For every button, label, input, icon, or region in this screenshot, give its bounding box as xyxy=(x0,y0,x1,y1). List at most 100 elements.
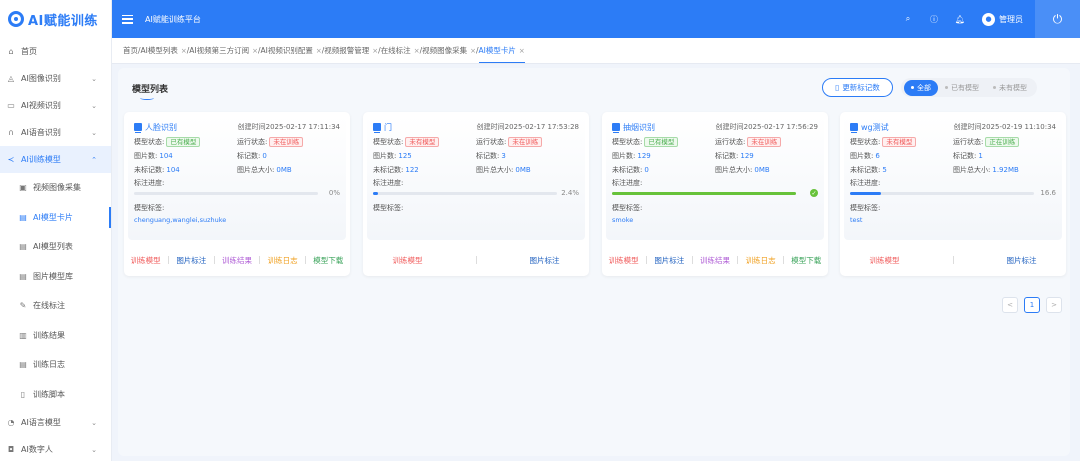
model-name[interactable]: 门 xyxy=(384,122,392,133)
count-row: 图片数: 125 标记数: 3 xyxy=(373,149,579,162)
breadcrumb-tab-label: 视频报警管理 xyxy=(324,46,370,55)
field-label: 图片总大小: xyxy=(953,165,991,174)
breadcrumb-tab[interactable]: 视频报警管理 × xyxy=(324,45,378,56)
tags-label: 模型标签: xyxy=(373,204,404,212)
count-row: 图片数: 6 标记数: 1 xyxy=(850,149,1056,162)
size-row: 未标记数: 122 图片总大小: 0MB xyxy=(373,163,579,176)
label-progress: 2.4% xyxy=(373,188,579,198)
sidebar-item-library[interactable]: ▤ 图片模型库 xyxy=(0,262,111,292)
sidebar-item-chat[interactable]: ◔ AI语言模型 ⌄ xyxy=(0,409,111,436)
sidebar-item-list-doc[interactable]: ▤ AI模型列表 xyxy=(0,232,111,262)
field-value: 1.92MB xyxy=(992,165,1019,174)
search-icon[interactable]: ⌕ xyxy=(902,13,914,25)
breadcrumb-tab[interactable]: AI模型卡片 × xyxy=(478,45,525,63)
action-divider xyxy=(952,256,954,264)
action-divider xyxy=(691,256,693,264)
progress-fill xyxy=(850,191,881,195)
monitor-icon xyxy=(134,123,142,133)
breadcrumb-tab-label: 在线标注 xyxy=(380,46,411,55)
card-action-button[interactable]: 训练结果 xyxy=(700,255,730,266)
digital-human-icon: ◘ xyxy=(7,445,15,454)
filter-option-label: 全部 xyxy=(917,83,931,92)
breadcrumb-tab-label: AI模型列表 xyxy=(140,46,178,55)
card-action-button[interactable]: 训练模型 xyxy=(131,255,161,266)
card-action-button[interactable]: 图片标注 xyxy=(176,255,206,266)
sidebar-item-label: AI模型列表 xyxy=(33,242,73,252)
card-action-button[interactable]: 训练日志 xyxy=(268,255,298,266)
username[interactable]: 管理员 xyxy=(999,14,1023,25)
filter-option[interactable]: 未有模型 xyxy=(986,80,1034,96)
logo[interactable]: AI赋能训练 xyxy=(0,0,111,38)
update-marks-button[interactable]: ▯ 更新标记数 xyxy=(822,78,893,97)
breadcrumb-tab[interactable]: 首页 xyxy=(123,45,138,56)
field-value: 129 xyxy=(637,151,651,160)
sidebar-item-script[interactable]: ▯ 训练脚本 xyxy=(0,380,111,410)
size-row: 未标记数: 5 图片总大小: 1.92MB xyxy=(850,163,1056,176)
bell-icon[interactable]: 🔔︎ xyxy=(954,13,966,25)
field-value: 0MB xyxy=(276,165,292,174)
sidebar-item-image[interactable]: ▣ 视频图像采集 xyxy=(0,173,111,203)
card-action-button[interactable]: 图片标注 xyxy=(530,255,560,266)
card-action-button[interactable]: 训练模型 xyxy=(393,255,423,266)
created-time: 创建时间2025-02-17 17:53:28 xyxy=(476,123,579,131)
breadcrumb-tab[interactable]: AI模型列表 × xyxy=(141,45,187,56)
card-action-button[interactable]: 训练模型 xyxy=(870,255,900,266)
field: 标记数: 129 xyxy=(715,151,818,161)
model-name[interactable]: 抽烟识别 xyxy=(623,122,655,133)
sidebar-item-headphones[interactable]: ∩ AI语音识别 ⌄ xyxy=(0,119,111,146)
model-name[interactable]: 人脸识别 xyxy=(145,122,177,133)
chevron-down-icon: ⌄ xyxy=(91,101,97,110)
close-icon[interactable]: × xyxy=(519,47,525,55)
card-action-button[interactable]: 训练日志 xyxy=(746,255,776,266)
sidebar-item-label: 训练脚本 xyxy=(33,389,65,399)
sidebar-item-label: AI视频识别 xyxy=(21,101,61,110)
power-icon[interactable]: ⏻ xyxy=(1035,0,1080,38)
field-label: 运行状态: xyxy=(715,137,746,146)
model-card-actions: 训练模型 图片标注 训练结果 训练日志 模型下载 xyxy=(124,244,350,276)
field-label: 标记数: xyxy=(953,151,977,160)
next-page-button[interactable]: > xyxy=(1046,297,1062,313)
page-title: 模型列表 xyxy=(132,82,168,100)
sidebar: AI赋能训练 ⌂ 首页 ◬ AI图像识别 ⌄ ▭ AI视频识别 ⌄ ∩ AI语音识别 ⌄ ≺ AI训练模… xyxy=(0,0,112,461)
sidebar-item-home[interactable]: ⌂ 首页 xyxy=(0,38,111,65)
sidebar-item-video[interactable]: ▭ AI视频识别 ⌄ xyxy=(0,92,111,119)
sidebar-item-document[interactable]: ▤ AI模型卡片 xyxy=(0,203,111,233)
help-icon[interactable]: ⓘ xyxy=(928,13,940,25)
card-action-button[interactable]: 训练结果 xyxy=(222,255,252,266)
sidebar-item-image-recognition[interactable]: ◬ AI图像识别 ⌄ xyxy=(0,65,111,92)
sidebar-item-share[interactable]: ≺ AI训练模型 ⌃ xyxy=(0,146,111,173)
card-action-button[interactable]: 模型下载 xyxy=(791,255,821,266)
card-action-button[interactable]: 模型下载 xyxy=(313,255,343,266)
sidebar-item-result[interactable]: ▥ 训练结果 xyxy=(0,321,111,351)
model-card-body: wg测试 创建时间2025-02-19 11:10:34 模型状态: 未有模型 运行状态… xyxy=(844,116,1062,240)
model-tags: chenguang,wanglei,suzhuke xyxy=(134,216,227,224)
page-button-current[interactable]: 1 xyxy=(1024,297,1040,313)
label-progress: 0% xyxy=(134,188,340,198)
image-icon: ▣ xyxy=(19,183,27,193)
field: 未标记数: 5 xyxy=(850,165,953,175)
field: 图片总大小: 0MB xyxy=(237,165,340,175)
label-progress: 16.6 xyxy=(850,188,1056,198)
sidebar-item-log[interactable]: ▤ 训练日志 xyxy=(0,350,111,380)
prev-page-button[interactable]: < xyxy=(1002,297,1018,313)
breadcrumb-tab[interactable]: AI视频第三方订阅 × xyxy=(189,45,258,56)
filter-option-label: 未有模型 xyxy=(999,83,1027,92)
document-icon: ▤ xyxy=(19,212,27,222)
action-divider xyxy=(645,256,647,264)
chevron-down-icon: ⌄ xyxy=(91,128,97,137)
status-row: 模型状态: 已有模型 运行状态: 未在训练 xyxy=(612,135,818,148)
filter-option[interactable]: 已有模型 xyxy=(938,80,986,96)
card-action-button[interactable]: 训练模型 xyxy=(609,255,639,266)
breadcrumb-tab[interactable]: 视频图像采集 × xyxy=(422,45,476,56)
breadcrumb-tab[interactable]: 在线标注 × xyxy=(381,45,420,56)
card-action-button[interactable]: 图片标注 xyxy=(1007,255,1037,266)
filter-option[interactable]: 全部 xyxy=(904,79,938,96)
model-name[interactable]: wg测试 xyxy=(861,122,889,133)
breadcrumb-tab[interactable]: AI视频识别配置 × xyxy=(261,45,322,56)
sidebar-item-edit[interactable]: ✎ 在线标注 xyxy=(0,291,111,321)
card-action-button[interactable]: 图片标注 xyxy=(654,255,684,266)
menu-toggle-icon[interactable] xyxy=(122,14,133,24)
avatar[interactable]: ● xyxy=(982,12,995,26)
field-value: 6 xyxy=(875,151,880,160)
sidebar-item-digital-human[interactable]: ◘ AI数字人 ⌄ xyxy=(0,436,111,461)
